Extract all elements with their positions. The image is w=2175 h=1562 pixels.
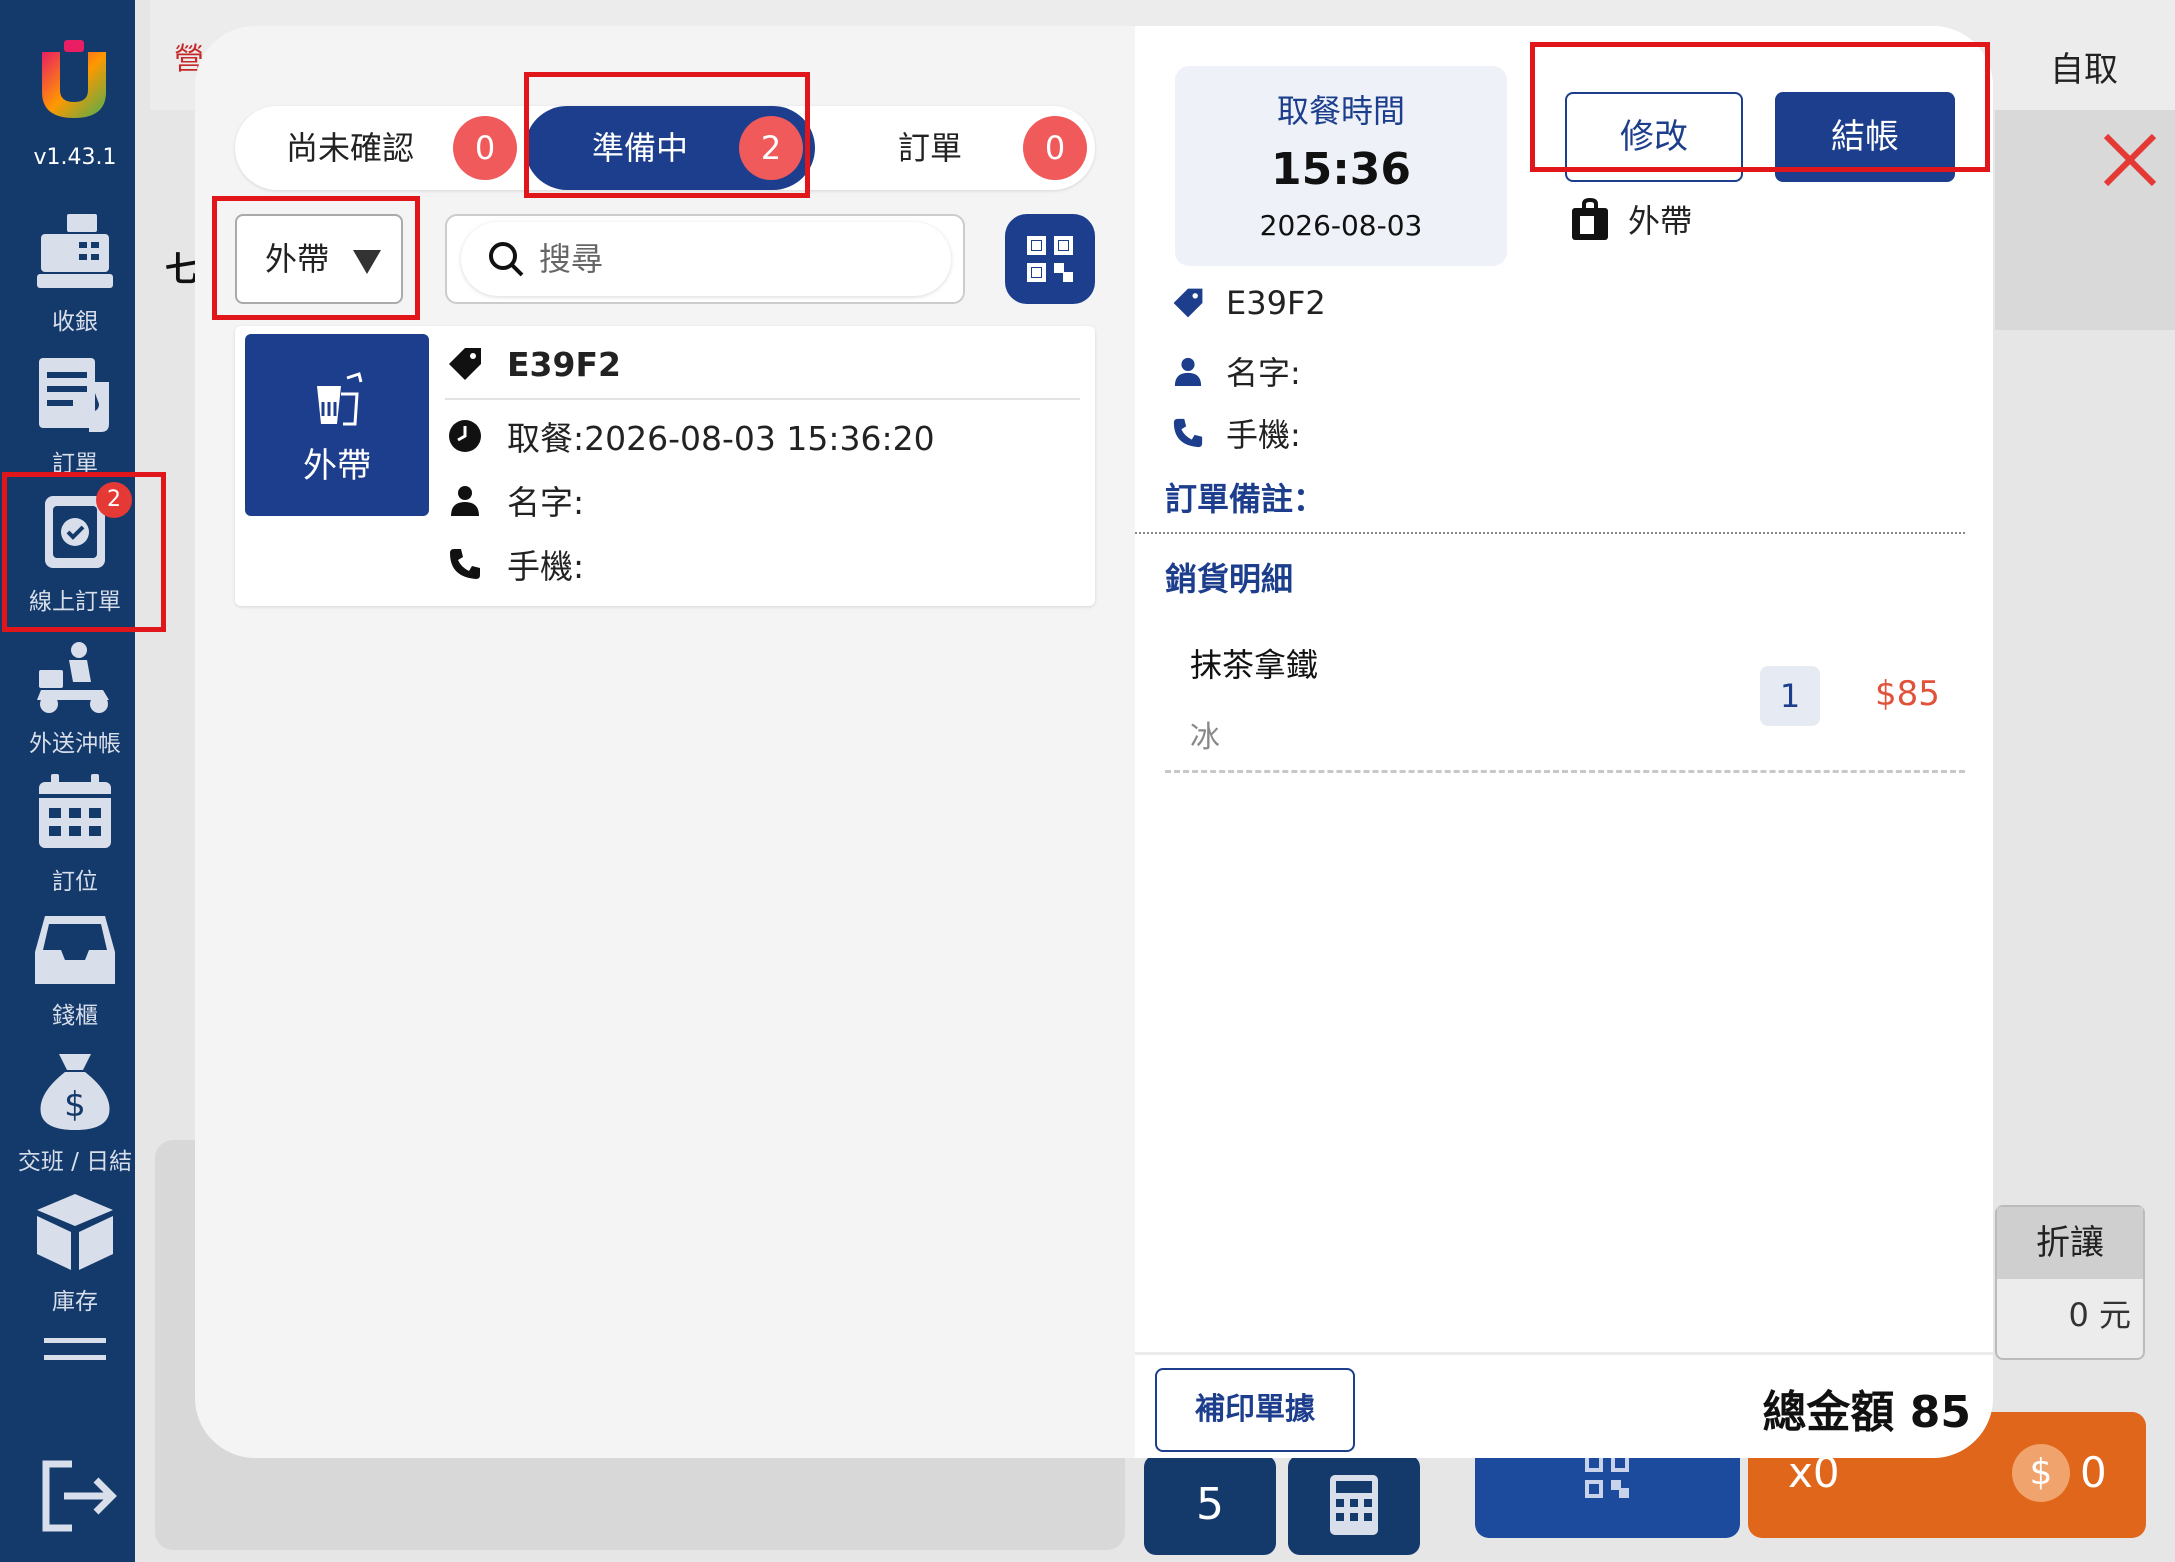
order-code: E39F2 (507, 344, 621, 384)
person-icon (451, 486, 479, 516)
detail-customer-phone: 手機: (1226, 416, 1301, 454)
highlight-type-filter (212, 196, 420, 320)
discount-box[interactable]: 折讓 0 元 (1995, 1205, 2145, 1360)
discount-label: 折讓 (1997, 1207, 2143, 1279)
reprint-receipt-button[interactable]: 補印單據 (1155, 1368, 1355, 1452)
highlight-preparing-tab (524, 72, 810, 198)
order-type-label: 外帶 (303, 446, 371, 486)
sidebar-item-label: 外送沖帳 (29, 731, 121, 757)
item-price: $85 (1875, 674, 1940, 714)
order-customer-name: 名字: (507, 483, 585, 522)
detail-order-code: E39F2 (1226, 284, 1326, 322)
tab-label: 尚未確認 (285, 129, 414, 167)
app-version: v1.43.1 (33, 145, 117, 170)
item-quantity: 1 (1760, 666, 1820, 726)
sidebar-item-label: 訂位 (52, 869, 98, 895)
dollar-icon: $ (2012, 1444, 2070, 1502)
order-name-row: 名字: (445, 476, 584, 524)
keypad-5-button[interactable]: 5 (1144, 1455, 1276, 1555)
svg-text:$: $ (64, 1085, 86, 1125)
tag-icon (1173, 288, 1203, 318)
phone-icon (1173, 418, 1203, 448)
pickup-time: 15:36 (1270, 144, 1412, 195)
pickup-time-label: 取餐時間 (1276, 92, 1405, 130)
order-card[interactable]: 外帶 E39F2 取餐:2026-08-03 15:36:20 名字: 手機: (235, 326, 1095, 606)
order-note-label: 訂單備註： (1165, 480, 1326, 518)
detail-phone-row: 手機: (1170, 410, 1301, 456)
search-icon (489, 242, 524, 277)
scooter-delivery-icon (37, 642, 109, 713)
takeout-drink-icon (317, 372, 363, 426)
tab-orders[interactable]: 訂單 0 (815, 106, 1095, 190)
tab-unconfirmed[interactable]: 尚未確認 0 (235, 106, 525, 190)
sidebar-item-delivery[interactable]: 外送沖帳 (0, 640, 150, 758)
calendar-icon (39, 774, 111, 848)
sidebar-item-label: 庫存 (52, 1289, 98, 1315)
highlight-action-buttons (1530, 42, 1990, 172)
order-pickup-time: 取餐:2026-08-03 15:36:20 (507, 419, 935, 458)
qr-code-icon (1585, 1454, 1629, 1498)
qr-code-icon (1027, 236, 1073, 282)
takeout-bag-icon (1572, 198, 1608, 240)
sidebar-item-cashier[interactable]: 收銀 (0, 210, 150, 336)
phone-icon (450, 549, 480, 579)
pickup-time-box: 取餐時間 15:36 2026-08-03 (1175, 66, 1507, 266)
detail-name-row: 名字: (1170, 348, 1301, 394)
tab-count-badge: 0 (1023, 116, 1087, 180)
item-divider (1165, 770, 1965, 773)
order-phone-row: 手機: (445, 540, 584, 588)
order-customer-phone: 手機: (507, 547, 585, 586)
qr-scan-button[interactable] (1005, 214, 1095, 304)
background-side-text: 七 (165, 250, 199, 290)
money-bag-icon: $ (40, 1054, 110, 1130)
online-order-modal: 尚未確認 0 準備中 2 訂單 0 外帶 搜尋 外帶 E39F2 取餐:2026… (195, 26, 1993, 1458)
footer-divider (1135, 1352, 1993, 1355)
tab-label: 訂單 (897, 129, 962, 167)
sidebar-divider (44, 1338, 106, 1360)
search-input[interactable] (539, 234, 919, 284)
total-amount: 總金額 85 (1762, 1387, 1971, 1438)
calculator-button[interactable] (1288, 1455, 1420, 1555)
tag-icon (449, 348, 481, 380)
order-type-tile: 外帶 (245, 334, 429, 516)
detail-customer-name: 名字: (1226, 354, 1301, 392)
sidebar-item-reservation[interactable]: 訂位 (0, 770, 150, 896)
pickup-title: 自取 (2050, 50, 2118, 90)
tab-count-badge: 0 (453, 116, 517, 180)
close-icon[interactable] (2100, 130, 2160, 190)
item-option: 冰 (1190, 720, 1220, 755)
section-divider (1135, 532, 1965, 534)
sidebar: v1.43.1 收銀 訂單 2 線上訂單 外送沖帳 訂位 錢櫃 $ 交班 / 日… (0, 0, 135, 1562)
cash-register-icon (37, 214, 113, 288)
highlight-online-orders (2, 472, 166, 632)
logout-icon[interactable] (42, 1460, 118, 1532)
sidebar-item-label: 錢櫃 (52, 1003, 98, 1029)
order-code-row: E39F2 (445, 344, 621, 384)
order-pickup-row: 取餐:2026-08-03 15:36:20 (445, 412, 935, 460)
search-pill (461, 222, 951, 296)
item-name: 抹茶拿鐵 (1190, 646, 1319, 684)
order-divider (445, 398, 1080, 400)
cash-drawer-icon (35, 916, 115, 984)
clock-icon (449, 420, 481, 452)
u-logo-icon (42, 40, 106, 118)
sidebar-item-cash-drawer[interactable]: 錢櫃 (0, 912, 150, 1030)
sales-detail-label: 銷貨明細 (1165, 560, 1294, 598)
sidebar-item-label: 收銀 (52, 309, 98, 335)
sidebar-item-orders[interactable]: 訂單 (0, 352, 150, 478)
pickup-date: 2026-08-03 (1259, 209, 1423, 242)
search-box (445, 214, 965, 304)
detail-code-row: E39F2 (1170, 284, 1326, 322)
sidebar-item-inventory[interactable]: 庫存 (0, 1190, 150, 1316)
takeout-indicator: 外帶 (1570, 196, 1692, 242)
order-list-icon (39, 358, 109, 432)
sidebar-item-shift-close[interactable]: $ 交班 / 日結 (0, 1050, 150, 1176)
calculator-icon (1330, 1475, 1378, 1535)
person-icon (1174, 357, 1202, 386)
amount-value: 0 (2080, 1448, 2107, 1497)
inventory-box-icon (37, 1194, 113, 1270)
sidebar-item-label: 交班 / 日結 (17, 1149, 133, 1175)
takeout-label: 外帶 (1628, 202, 1693, 240)
discount-value: 0 元 (2068, 1296, 2131, 1334)
